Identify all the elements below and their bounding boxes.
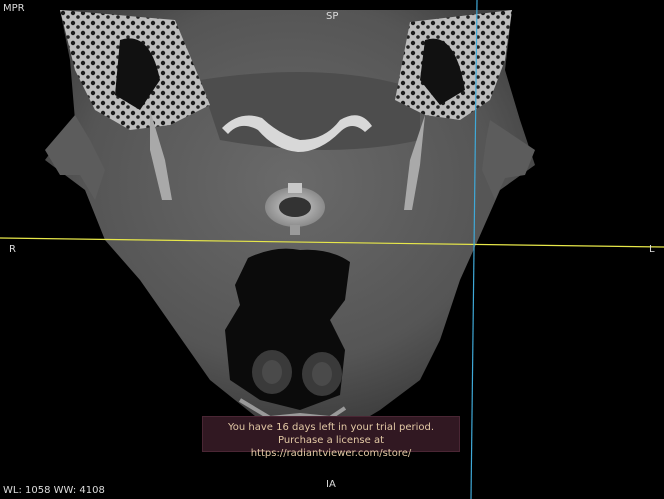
orientation-right-label: L [649,244,655,255]
crosshair-vertical-line[interactable] [469,0,479,499]
cranial-cavity [200,72,420,150]
view-mode-label: MPR [3,3,25,14]
mpr-viewport[interactable]: MPR SP IA R L WL: 1058 WW: 4108 You have… [0,0,664,499]
trial-period-banner: You have 16 days left in your trial peri… [202,416,460,459]
trial-banner-line2[interactable]: Purchase a license at https://radiantvie… [203,434,459,460]
orientation-left-label: R [9,244,16,255]
trial-banner-line1: You have 16 days left in your trial peri… [227,422,435,433]
window-level-readout: WL: 1058 WW: 4108 [3,485,105,496]
orientation-top-label: SP [326,11,339,22]
orientation-bottom-label: IA [326,479,336,490]
crosshair-horizontal-line[interactable] [0,237,664,249]
